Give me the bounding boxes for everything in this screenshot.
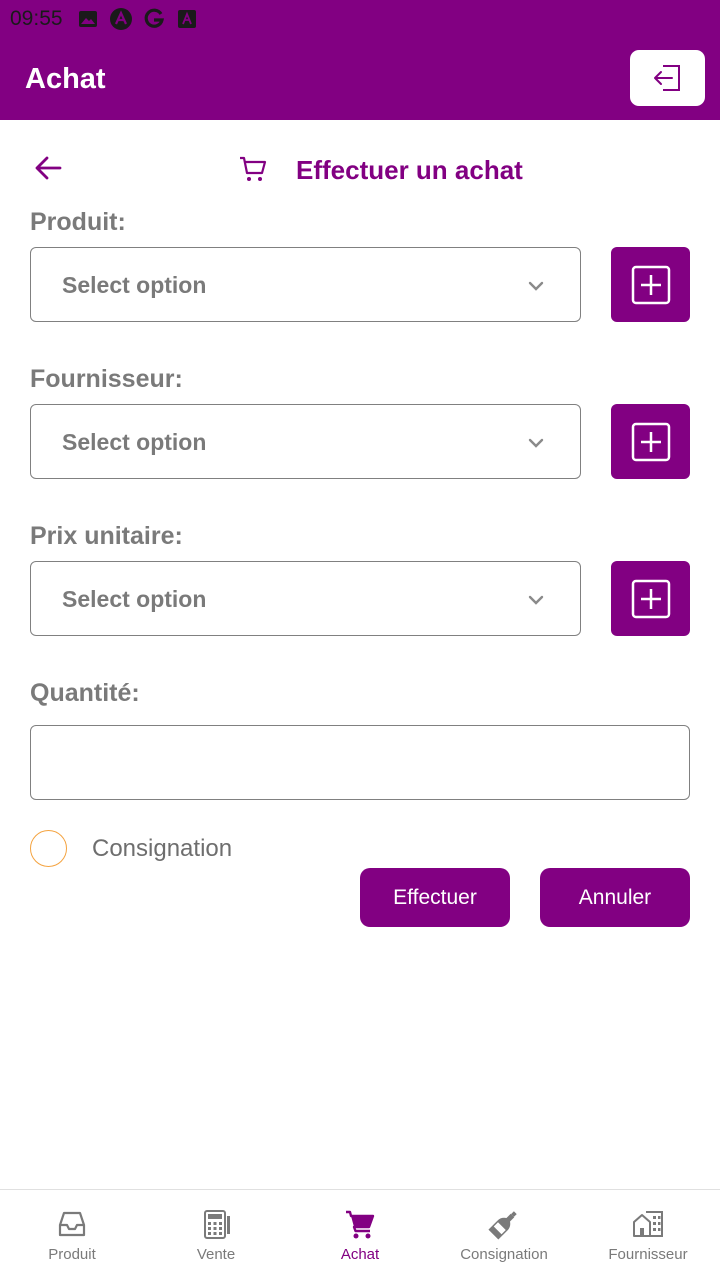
fournisseur-select[interactable]: Select option [30,404,581,479]
calculator-icon [204,1210,230,1239]
app-bar-title: Achat [25,63,106,95]
chevron-down-icon [528,438,544,448]
a-badge-icon [109,8,132,30]
add-produit-button[interactable] [611,247,690,322]
nav-label-vente: Vente [196,1246,236,1263]
arrow-left-icon [35,156,62,180]
nav-item-achat[interactable]: Achat [288,1190,432,1281]
effectuer-button[interactable]: Effectuer [360,868,510,927]
google-icon [143,8,165,30]
add-prix-unitaire-button[interactable] [611,561,690,636]
chevron-down-icon [528,281,544,291]
page-title: Effectuer un achat [296,155,523,185]
nav-label-achat: Achat [340,1246,380,1263]
quantite-label: Quantité: [30,679,140,707]
form-header: Effectuer un achat [0,140,720,200]
add-fournisseur-button[interactable] [611,404,690,479]
prix-unitaire-select[interactable]: Select option [30,561,581,636]
prix-unitaire-label: Prix unitaire: [30,522,183,550]
nav-item-fournisseur[interactable]: Fournisseur [576,1190,720,1281]
consignation-radio[interactable] [30,830,67,867]
status-time: 09:55 [10,7,63,30]
image-icon [77,8,99,30]
produit-label: Produit: [30,208,126,236]
nav-label-consignation: Consignation [460,1246,548,1263]
building-icon [633,1211,663,1237]
fournisseur-select-placeholder: Select option [62,429,207,455]
back-button[interactable] [30,150,66,186]
produit-select-placeholder: Select option [62,272,207,298]
nav-item-consignation[interactable]: Consignation [432,1190,576,1281]
plus-square-icon [631,422,670,461]
bottle-icon [488,1211,517,1240]
fournisseur-label: Fournisseur: [30,365,183,393]
cart-icon [240,156,267,181]
app-bar: Achat [0,38,720,120]
nav-label-produit: Produit [48,1246,96,1263]
nav-label-fournisseur: Fournisseur [608,1246,688,1263]
bottom-nav: Produit Vente Achat Consignation Fournis… [0,1189,720,1281]
prix-unitaire-select-placeholder: Select option [62,586,207,612]
annuler-button[interactable]: Annuler [540,868,690,927]
produit-select[interactable]: Select option [30,247,581,322]
plus-square-icon [631,579,670,618]
a-square-icon [176,8,198,30]
logout-button[interactable] [630,50,705,106]
status-bar: 09:55 [0,0,720,38]
consignation-label: Consignation [92,835,233,862]
nav-item-produit[interactable]: Produit [0,1190,144,1281]
plus-square-icon [631,265,670,304]
nav-item-vente[interactable]: Vente [144,1190,288,1281]
logout-icon [653,65,680,91]
chevron-down-icon [528,595,544,605]
shopping-cart-icon [346,1210,375,1239]
quantite-input[interactable] [30,725,690,800]
inbox-icon [58,1211,86,1237]
